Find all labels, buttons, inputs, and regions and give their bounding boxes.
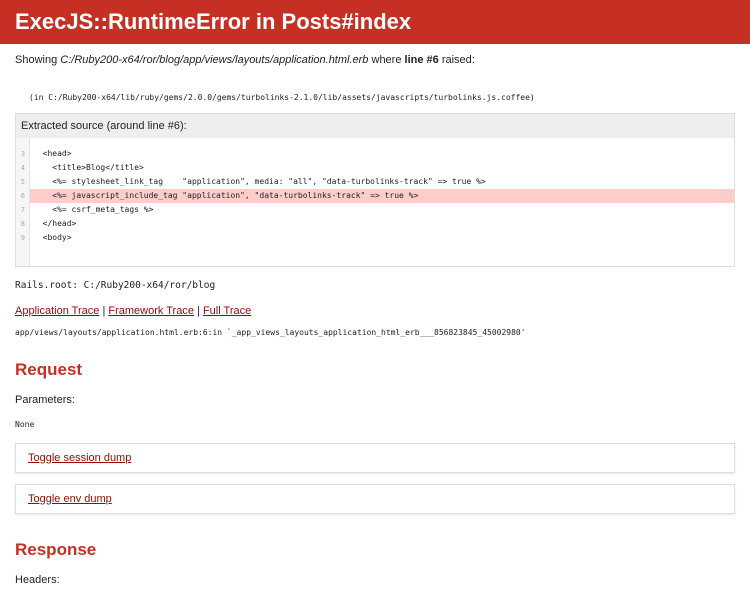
code-line: </head> — [33, 219, 77, 228]
line-number: 7 — [20, 206, 25, 214]
template-path: C:/Ruby200-x64/ror/blog/app/views/layout… — [60, 54, 369, 66]
main-content: Showing C:/Ruby200-x64/ror/blog/app/view… — [0, 53, 750, 586]
source-body: 3 4 5 6 7 8 9 <head> <title>Blog</title>… — [16, 138, 734, 266]
error-message: (in C:/Ruby200-x64/lib/ruby/gems/2.0.0/g… — [29, 93, 535, 102]
code-line: <%= csrf_meta_tags %> — [33, 205, 154, 214]
page-title: ExecJS::RuntimeError in Posts#index — [15, 9, 412, 34]
response-heading: Response — [15, 540, 97, 559]
application-trace-link[interactable]: Application Trace — [15, 305, 99, 317]
line-number: 3 — [20, 150, 25, 158]
code-line: <title>Blog</title> — [33, 163, 144, 172]
showing-suffix: raised: — [438, 54, 475, 66]
rails-root: Rails.root: C:/Ruby200-x64/ror/blog — [15, 280, 216, 291]
code-line-highlighted: <%= javascript_include_tag "application"… — [30, 189, 734, 203]
line-number: 9 — [20, 234, 25, 242]
error-line-number: line #6 — [404, 54, 439, 66]
code-line: <head> — [33, 149, 72, 158]
showing-middle: where — [368, 54, 405, 66]
line-number: 4 — [20, 164, 25, 172]
line-number: 5 — [20, 178, 25, 186]
extracted-source: Extracted source (around line #6): 3 4 5… — [15, 113, 735, 267]
source-code: <head> <title>Blog</title> <%= styleshee… — [30, 138, 734, 266]
line-number-gutter: 3 4 5 6 7 8 9 — [16, 138, 30, 266]
trace-entry: app/views/layouts/application.html.erb:6… — [15, 328, 526, 337]
source-title: Extracted source (around line #6): — [16, 114, 734, 138]
code-line: <body> — [33, 233, 72, 242]
request-heading: Request — [15, 360, 83, 379]
parameters-label: Parameters: — [15, 394, 75, 406]
error-header: ExecJS::RuntimeError in Posts#index — [0, 0, 750, 44]
toggle-session-dump-link[interactable]: Toggle session dump — [28, 452, 131, 464]
framework-trace-link[interactable]: Framework Trace — [108, 305, 194, 317]
code-line: <%= stylesheet_link_tag "application", m… — [33, 177, 486, 186]
trace-separator: | — [193, 305, 203, 317]
toggle-env-dump-link[interactable]: Toggle env dump — [28, 493, 112, 505]
full-trace-link[interactable]: Full Trace — [203, 305, 251, 317]
parameters-value: None — [15, 420, 35, 429]
line-number: 6 — [20, 192, 25, 200]
showing-line: Showing C:/Ruby200-x64/ror/blog/app/view… — [15, 53, 735, 67]
headers-label: Headers: — [15, 574, 60, 586]
showing-prefix: Showing — [15, 54, 61, 66]
trace-links: Application Trace | Framework Trace | Fu… — [15, 305, 735, 317]
line-number: 8 — [20, 220, 25, 228]
env-dump-box: Toggle env dump — [15, 484, 735, 514]
session-dump-box: Toggle session dump — [15, 443, 735, 473]
